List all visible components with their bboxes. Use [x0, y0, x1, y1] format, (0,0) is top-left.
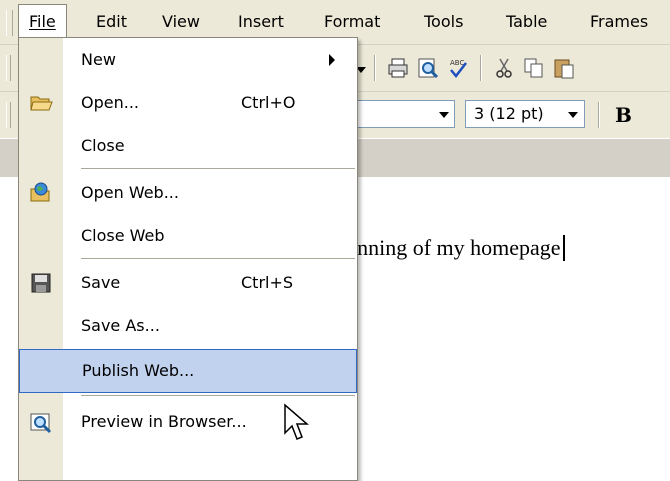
toolbar-separator: [598, 102, 600, 128]
menu-edit-label: Edit: [96, 12, 127, 31]
chevron-right-icon: [329, 54, 335, 66]
menu-item-label: New: [81, 50, 116, 69]
bold-button[interactable]: B: [615, 102, 632, 128]
toolbar-grip[interactable]: [6, 55, 11, 81]
menu-item-shortcut: Ctrl+S: [241, 273, 294, 292]
menu-item-new[interactable]: New: [19, 38, 357, 82]
menu-tools[interactable]: Tools: [418, 9, 469, 35]
paste-icon[interactable]: [552, 57, 576, 79]
menu-item-label: Close: [81, 136, 125, 155]
copy-icon[interactable]: [522, 57, 546, 79]
menu-item-shortcut: Ctrl+O: [241, 93, 296, 112]
menu-tools-label: Tools: [424, 12, 464, 31]
menu-item-label: Publish Web...: [82, 361, 195, 380]
toolbar-separator: [480, 55, 482, 81]
menu-item-open-web[interactable]: Open Web...: [19, 171, 357, 215]
menu-insert-label: Insert: [238, 12, 284, 31]
menu-separator: [81, 168, 355, 169]
menu-separator: [81, 395, 355, 396]
menu-item-save-as[interactable]: Save As...: [19, 304, 357, 348]
menu-edit[interactable]: Edit: [90, 9, 133, 35]
toolbar-separator: [374, 55, 376, 81]
menu-item-publish-web[interactable]: Publish Web...: [19, 349, 357, 393]
menu-insert[interactable]: Insert: [232, 9, 290, 35]
spelling-icon[interactable]: ABC: [446, 57, 470, 79]
menu-item-label: Open Web...: [81, 183, 179, 202]
menu-frames[interactable]: Frames: [584, 9, 654, 35]
toolbar-grip[interactable]: [6, 102, 11, 128]
menu-item-open[interactable]: Open... Ctrl+O: [19, 81, 357, 125]
menu-table[interactable]: Table: [500, 9, 553, 35]
menu-view[interactable]: View: [156, 9, 206, 35]
menu-separator: [81, 258, 355, 259]
menu-item-label: Open...: [81, 93, 139, 112]
print-preview-icon[interactable]: [416, 57, 440, 79]
print-icon[interactable]: [386, 57, 410, 79]
font-size-value: 3 (12 pt): [474, 104, 544, 123]
font-size-combo[interactable]: 3 (12 pt): [465, 100, 585, 128]
menu-table-label: Table: [506, 12, 548, 31]
mouse-cursor-icon: [284, 403, 309, 440]
menu-item-label: Close Web: [81, 226, 165, 245]
menu-item-close-web[interactable]: Close Web: [19, 214, 357, 258]
preview-browser-icon: [30, 413, 52, 434]
menu-item-save[interactable]: Save Ctrl+S: [19, 261, 357, 305]
menu-item-label: Save: [81, 273, 121, 292]
save-icon: [31, 273, 51, 293]
open-web-icon: [30, 182, 50, 202]
menu-frames-label: Frames: [590, 12, 649, 31]
menu-view-label: View: [162, 12, 200, 31]
chevron-down-icon[interactable]: [439, 112, 449, 118]
menu-item-close[interactable]: Close: [19, 124, 357, 168]
cut-icon[interactable]: [492, 57, 516, 79]
menubar-grip[interactable]: [6, 10, 13, 36]
menu-format-label: Format: [324, 12, 381, 31]
menu-item-label: Save As...: [81, 316, 160, 335]
menu-file[interactable]: File: [18, 4, 67, 39]
menu-file-label: File: [29, 12, 56, 31]
document-text: ginning of my homepage: [340, 235, 561, 260]
text-caret: [562, 235, 565, 261]
menu-item-label: Preview in Browser...: [81, 412, 247, 431]
open-folder-icon: [30, 96, 53, 111]
document-text-line[interactable]: ginning of my homepage: [340, 235, 640, 261]
chevron-down-icon[interactable]: [568, 112, 578, 118]
menu-format[interactable]: Format: [318, 9, 386, 35]
